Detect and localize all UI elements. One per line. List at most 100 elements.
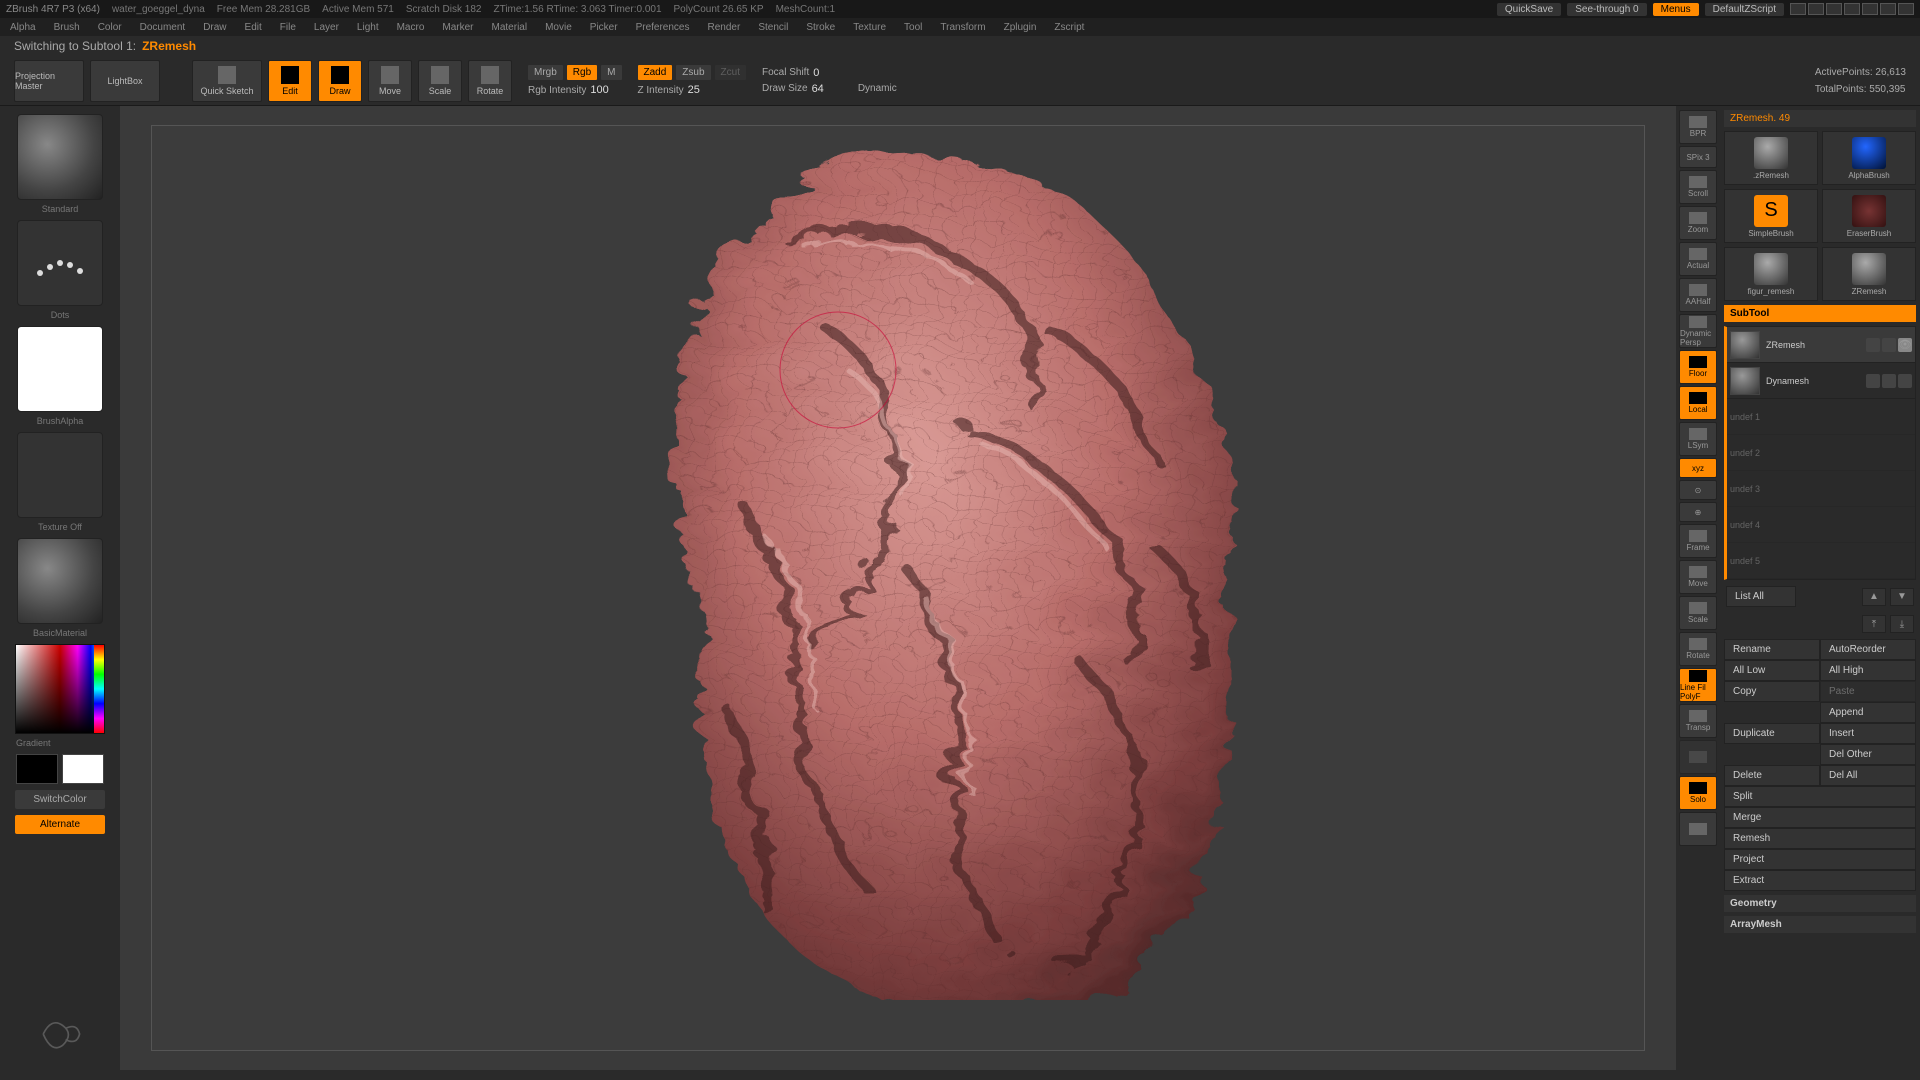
menus-button[interactable]: Menus: [1653, 3, 1699, 16]
menu-item[interactable]: Color: [98, 22, 122, 33]
color-picker[interactable]: [15, 644, 105, 734]
remesh-button[interactable]: Remesh: [1724, 828, 1916, 849]
defaultscript-button[interactable]: DefaultZScript: [1705, 3, 1784, 16]
tool-cell[interactable]: ZRemesh: [1822, 247, 1916, 301]
split-button[interactable]: Split: [1724, 786, 1916, 807]
menu-item[interactable]: Brush: [54, 22, 80, 33]
copy-button[interactable]: Copy: [1724, 681, 1820, 702]
rotate-button[interactable]: Rotate: [468, 60, 512, 102]
tool-name[interactable]: ZRemesh. 49: [1724, 110, 1916, 127]
xyz-button[interactable]: xyz: [1679, 458, 1717, 478]
scale-button[interactable]: Scale: [418, 60, 462, 102]
focal-shift-value[interactable]: 0: [813, 67, 819, 79]
quicksketch-button[interactable]: Quick Sketch: [192, 60, 262, 102]
move-top-button[interactable]: ⤒: [1862, 615, 1886, 633]
rgb-toggle[interactable]: Rgb: [567, 65, 597, 80]
swatch-primary[interactable]: [62, 754, 104, 784]
menu-item[interactable]: Document: [140, 22, 186, 33]
z-intensity-value[interactable]: 25: [688, 84, 700, 96]
menu-item[interactable]: Draw: [203, 22, 226, 33]
solo-button[interactable]: Solo: [1679, 776, 1717, 810]
move-up-button[interactable]: ▲: [1862, 588, 1886, 606]
rotate-view-button[interactable]: Rotate: [1679, 632, 1717, 666]
local-button[interactable]: Local: [1679, 386, 1717, 420]
tool-cell[interactable]: AlphaBrush: [1822, 131, 1916, 185]
rgb-intensity-value[interactable]: 100: [590, 84, 608, 96]
ghost-button[interactable]: [1679, 740, 1717, 774]
tool-cell[interactable]: .zRemesh: [1724, 131, 1818, 185]
menu-item[interactable]: Light: [357, 22, 379, 33]
menu-item[interactable]: Stroke: [806, 22, 835, 33]
subtool-header[interactable]: SubTool: [1724, 305, 1916, 322]
menu-item[interactable]: Stencil: [758, 22, 788, 33]
menu-item[interactable]: Tool: [904, 22, 922, 33]
switchcolor-button[interactable]: SwitchColor: [15, 790, 105, 809]
zsub-toggle[interactable]: Zsub: [676, 65, 710, 80]
menu-item[interactable]: Edit: [245, 22, 262, 33]
quicksave-button[interactable]: QuickSave: [1497, 3, 1561, 16]
menu-item[interactable]: Marker: [442, 22, 473, 33]
seethrough-button[interactable]: See-through 0: [1567, 3, 1646, 16]
rename-button[interactable]: Rename: [1724, 639, 1820, 660]
win-close[interactable]: [1898, 3, 1914, 15]
menu-item[interactable]: Zscript: [1054, 22, 1084, 33]
menu-item[interactable]: Zplugin: [1004, 22, 1037, 33]
menu-item[interactable]: Alpha: [10, 22, 36, 33]
project-button[interactable]: Project: [1724, 849, 1916, 870]
menu-item[interactable]: Render: [708, 22, 741, 33]
win-btn[interactable]: [1826, 3, 1842, 15]
alllow-button[interactable]: All Low: [1724, 660, 1820, 681]
menu-item[interactable]: Layer: [314, 22, 339, 33]
menu-item[interactable]: Material: [492, 22, 528, 33]
tool-cell[interactable]: EraserBrush: [1822, 189, 1916, 243]
menu-item[interactable]: Texture: [853, 22, 886, 33]
delother-button[interactable]: Del Other: [1820, 744, 1916, 765]
win-btn[interactable]: [1808, 3, 1824, 15]
subtool-item[interactable]: undef 1: [1727, 399, 1915, 435]
mrgb-toggle[interactable]: Mrgb: [528, 65, 563, 80]
subtool-item[interactable]: undef 3: [1727, 471, 1915, 507]
projection-master-button[interactable]: Projection Master: [14, 60, 84, 102]
edit-button[interactable]: Edit: [268, 60, 312, 102]
menu-item[interactable]: Macro: [397, 22, 425, 33]
scale-view-button[interactable]: Scale: [1679, 596, 1717, 630]
axis-z-button[interactable]: ⊕: [1679, 502, 1717, 522]
subtool-item[interactable]: undef 2: [1727, 435, 1915, 471]
win-btn[interactable]: [1790, 3, 1806, 15]
actual-button[interactable]: Actual: [1679, 242, 1717, 276]
zoom-button[interactable]: Zoom: [1679, 206, 1717, 240]
transp-button[interactable]: Transp: [1679, 704, 1717, 738]
alpha-thumb[interactable]: [17, 326, 103, 412]
zadd-toggle[interactable]: Zadd: [638, 65, 673, 80]
frame-button[interactable]: Frame: [1679, 524, 1717, 558]
subtool-item[interactable]: Dynamesh: [1727, 363, 1915, 399]
autoreorder-button[interactable]: AutoReorder: [1820, 639, 1916, 660]
canvas-area[interactable]: [120, 106, 1676, 1070]
draw-button[interactable]: Draw: [318, 60, 362, 102]
swatch-secondary[interactable]: [16, 754, 58, 784]
listall-button[interactable]: List All: [1726, 586, 1796, 607]
brush-thumb[interactable]: [17, 114, 103, 200]
delall-button[interactable]: Del All: [1820, 765, 1916, 786]
menu-item[interactable]: Preferences: [636, 22, 690, 33]
material-thumb[interactable]: [17, 538, 103, 624]
alternate-button[interactable]: Alternate: [15, 815, 105, 834]
menu-item[interactable]: Picker: [590, 22, 618, 33]
merge-button[interactable]: Merge: [1724, 807, 1916, 828]
move-view-button[interactable]: Move: [1679, 560, 1717, 594]
bpr-button[interactable]: BPR: [1679, 110, 1717, 144]
move-down-button[interactable]: ▼: [1890, 588, 1914, 606]
m-toggle[interactable]: M: [601, 65, 621, 80]
subtool-item[interactable]: undef 4: [1727, 507, 1915, 543]
arraymesh-header[interactable]: ArrayMesh: [1724, 916, 1916, 933]
lightbox-button[interactable]: LightBox: [90, 60, 160, 102]
duplicate-button[interactable]: Duplicate: [1724, 723, 1820, 744]
delete-button[interactable]: Delete: [1724, 765, 1820, 786]
draw-size-value[interactable]: 64: [812, 83, 824, 95]
extract-button[interactable]: Extract: [1724, 870, 1916, 891]
tool-cell[interactable]: figur_remesh: [1724, 247, 1818, 301]
insert-button[interactable]: Insert: [1820, 723, 1916, 744]
axis-y-button[interactable]: ⊙: [1679, 480, 1717, 500]
geometry-header[interactable]: Geometry: [1724, 895, 1916, 912]
persp-button[interactable]: Dynamic Persp: [1679, 314, 1717, 348]
